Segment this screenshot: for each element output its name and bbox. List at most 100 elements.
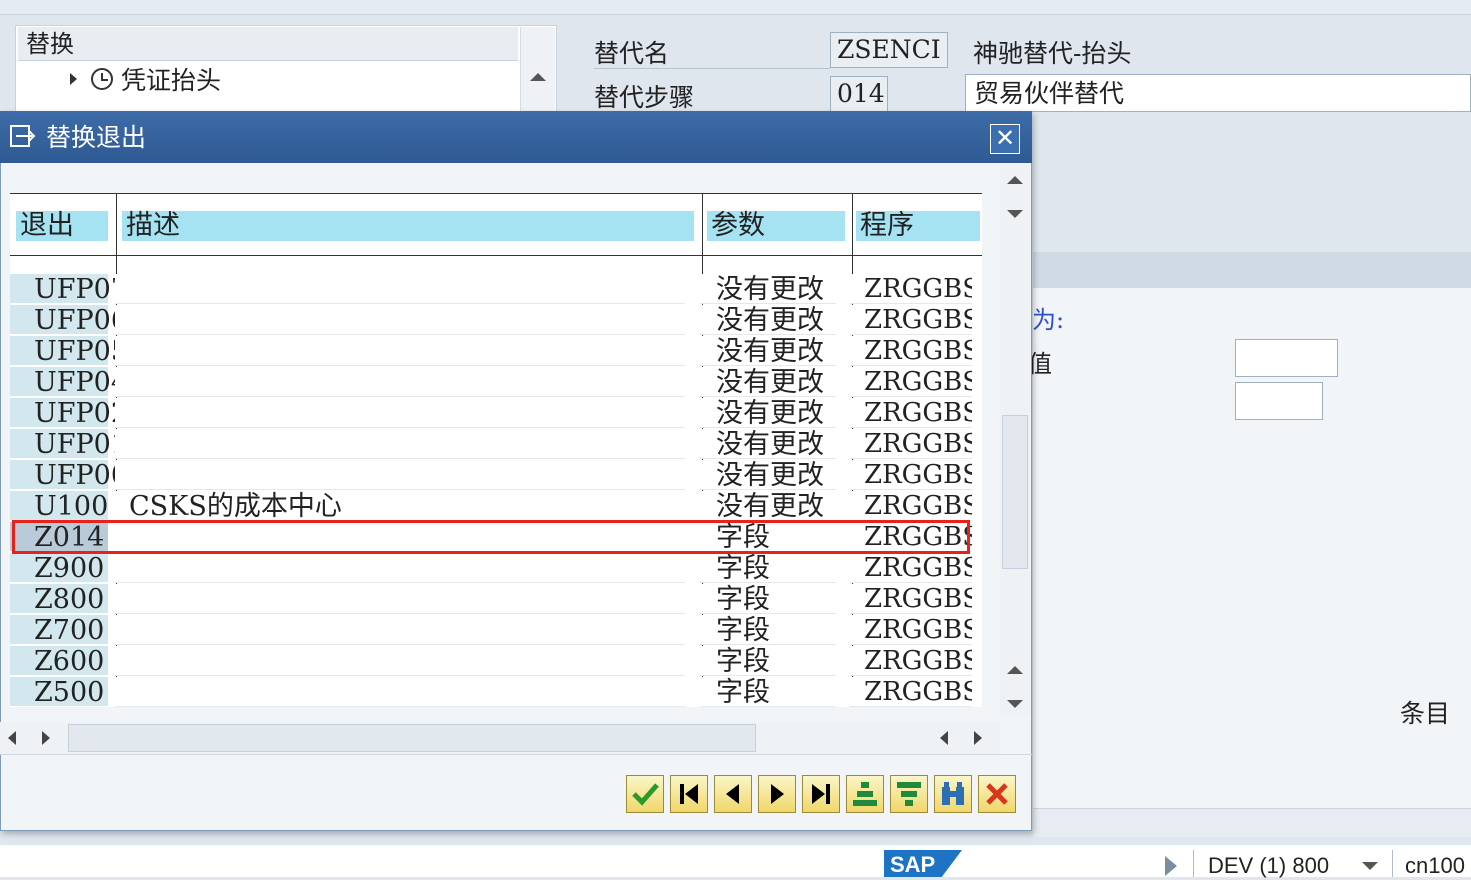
- dialog-title-bar[interactable]: [0, 111, 1032, 163]
- parameter-cell[interactable]: 没有更改: [700, 367, 836, 398]
- expand-triangle-icon[interactable]: [70, 73, 77, 85]
- exit-cell[interactable]: UFP02: [10, 398, 128, 429]
- program-cell[interactable]: ZRGGBS00: [850, 429, 972, 459]
- description-cell[interactable]: [115, 460, 685, 490]
- substitution-name-field[interactable]: ZSENCI: [830, 32, 948, 68]
- exit-cell[interactable]: UFP07: [10, 274, 128, 305]
- parameter-cell[interactable]: 字段: [700, 584, 836, 615]
- vertical-scroll-thumb[interactable]: [1002, 415, 1028, 569]
- confirm-check-icon[interactable]: [626, 775, 664, 813]
- next-page-icon[interactable]: [758, 775, 796, 813]
- substitution-name-description: 神驰替代-抬头: [973, 39, 1132, 68]
- parameter-cell[interactable]: 没有更改: [700, 429, 836, 460]
- program-cell[interactable]: ZRGGBS00: [850, 491, 972, 521]
- program-cell[interactable]: ZRGGBS00: [850, 398, 972, 428]
- header-divider: [10, 255, 982, 256]
- entries-label: 条目: [1400, 699, 1451, 728]
- parameter-cell[interactable]: 字段: [700, 553, 836, 584]
- exit-cell[interactable]: Z700: [10, 615, 108, 646]
- parameter-cell[interactable]: 没有更改: [700, 460, 836, 491]
- description-cell[interactable]: CSKS的成本中心: [115, 491, 685, 522]
- selected-row-highlight: [12, 520, 970, 554]
- program-cell[interactable]: ZRGGBS00: [850, 305, 972, 335]
- program-cell[interactable]: ZRGGBS00: [850, 553, 972, 583]
- system-info: DEV (1) 800: [1208, 853, 1330, 878]
- scroll-up-icon[interactable]: [530, 73, 546, 81]
- program-cell[interactable]: ZRGGBS00: [850, 336, 972, 366]
- description-cell[interactable]: [115, 398, 685, 428]
- exit-cell[interactable]: Z800: [10, 584, 108, 615]
- description-cell[interactable]: [115, 615, 685, 645]
- scroll-right-icon[interactable]: [42, 731, 50, 745]
- cancel-x-icon[interactable]: [978, 775, 1016, 813]
- value-input-1[interactable]: [1235, 339, 1338, 377]
- tree-node-label: 凭证抬头: [121, 66, 222, 95]
- exit-cell[interactable]: Z500: [10, 677, 108, 708]
- sort-ascending-icon[interactable]: [846, 775, 884, 813]
- horizontal-scroll-thumb[interactable]: [68, 724, 756, 752]
- scroll-left-icon[interactable]: [940, 731, 948, 745]
- program-cell[interactable]: ZRGGBS00: [850, 584, 972, 614]
- parameter-cell[interactable]: 没有更改: [700, 274, 836, 305]
- description-cell[interactable]: [115, 553, 685, 583]
- first-page-icon[interactable]: [670, 775, 708, 813]
- description-cell[interactable]: [115, 367, 685, 397]
- substitution-step-description[interactable]: 贸易伙伴替代: [965, 74, 1471, 112]
- column-header-program[interactable]: 程序: [856, 211, 980, 241]
- exit-cell[interactable]: UFP01: [10, 429, 128, 460]
- parameter-cell[interactable]: 没有更改: [700, 305, 836, 336]
- parameter-cell[interactable]: 字段: [700, 677, 836, 708]
- background-top-bar: [0, 0, 1471, 15]
- lower-splitter[interactable]: [1033, 808, 1471, 837]
- exit-cell[interactable]: UFP06: [10, 305, 128, 336]
- program-cell[interactable]: ZRGGBS00: [850, 615, 972, 645]
- program-cell[interactable]: ZRGGBS00: [850, 274, 972, 304]
- description-cell[interactable]: [115, 336, 685, 366]
- exit-cell[interactable]: Z900: [10, 553, 108, 584]
- scroll-left-icon[interactable]: [8, 731, 16, 745]
- parameter-cell[interactable]: 没有更改: [700, 336, 836, 367]
- filter-icon[interactable]: [890, 775, 928, 813]
- program-cell[interactable]: ZRGGBS00: [850, 367, 972, 397]
- parameter-cell[interactable]: 字段: [700, 615, 836, 646]
- status-expand-icon[interactable]: [1165, 856, 1177, 876]
- scroll-up-icon[interactable]: [1007, 176, 1023, 184]
- substitution-step-field[interactable]: 014: [830, 76, 888, 112]
- exit-cell[interactable]: UFP05: [10, 336, 128, 367]
- system-dropdown-icon[interactable]: [1362, 862, 1378, 870]
- substitution-step-label: 替代步骤: [594, 83, 695, 112]
- scroll-down-icon[interactable]: [1007, 700, 1023, 708]
- parameter-cell[interactable]: 没有更改: [700, 491, 836, 522]
- exit-cell[interactable]: UFP04: [10, 367, 128, 398]
- dialog-title: 替换退出: [46, 123, 147, 152]
- description-cell[interactable]: [115, 305, 685, 335]
- column-header-parameter[interactable]: 参数: [707, 211, 845, 241]
- program-cell[interactable]: ZRGGBS00: [850, 460, 972, 490]
- description-cell[interactable]: [115, 429, 685, 459]
- scroll-right-icon[interactable]: [974, 731, 982, 745]
- previous-page-icon[interactable]: [714, 775, 752, 813]
- description-cell[interactable]: [115, 274, 685, 304]
- scroll-up-icon[interactable]: [1007, 666, 1023, 674]
- description-cell[interactable]: [115, 677, 685, 707]
- exit-cell[interactable]: U100: [10, 491, 108, 522]
- parameter-cell[interactable]: 没有更改: [700, 398, 836, 429]
- status-divider: [1392, 850, 1393, 877]
- column-header-exit[interactable]: 退出: [16, 211, 108, 241]
- tree-node-document-header[interactable]: 凭证抬头: [70, 63, 221, 95]
- right-section-band: [1033, 252, 1471, 288]
- exit-cell[interactable]: UFP00: [10, 460, 128, 491]
- column-header-description[interactable]: 描述: [122, 211, 694, 241]
- parameter-cell[interactable]: 字段: [700, 646, 836, 677]
- exit-cell[interactable]: Z600: [10, 646, 108, 677]
- program-cell[interactable]: ZRGGBS00: [850, 677, 972, 707]
- scroll-down-icon[interactable]: [1007, 210, 1023, 218]
- value-input-2[interactable]: [1235, 382, 1323, 420]
- find-binoculars-icon[interactable]: [934, 775, 972, 813]
- substitution-name-label: 替代名: [594, 39, 670, 68]
- description-cell[interactable]: [115, 584, 685, 614]
- description-cell[interactable]: [115, 646, 685, 676]
- close-icon[interactable]: ✕: [990, 124, 1020, 154]
- last-page-icon[interactable]: [802, 775, 840, 813]
- program-cell[interactable]: ZRGGBS00: [850, 646, 972, 676]
